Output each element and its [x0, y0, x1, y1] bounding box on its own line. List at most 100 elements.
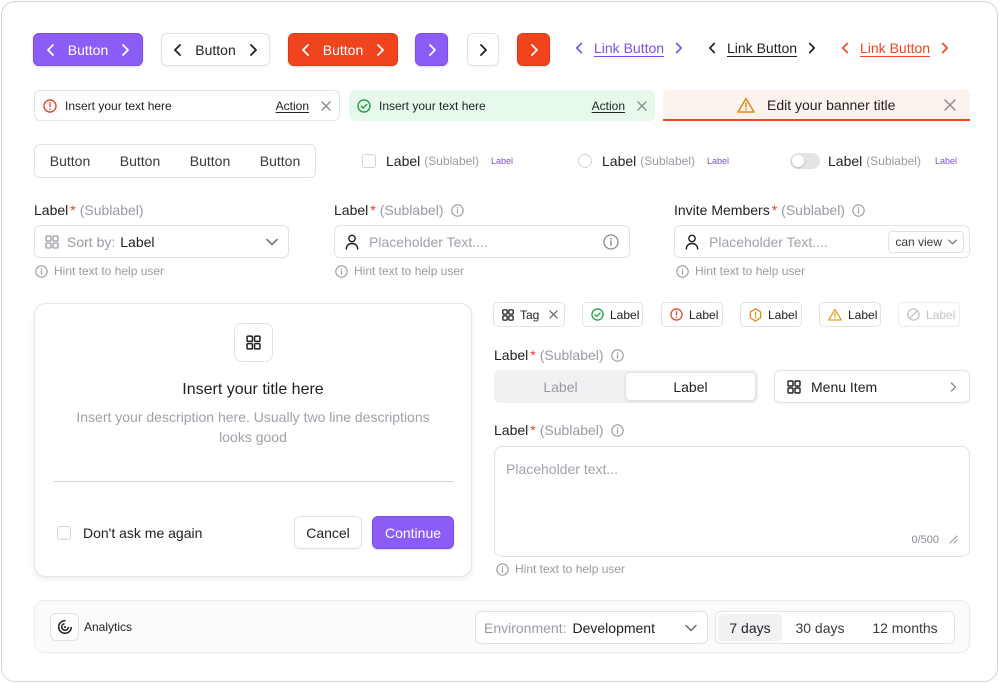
group-button[interactable]: Button: [105, 145, 175, 177]
chevron-right-icon: [674, 42, 683, 54]
resize-handle-icon[interactable]: [949, 535, 958, 544]
group-button[interactable]: Button: [245, 145, 315, 177]
dialog-card: Insert your title here Insert your descr…: [34, 303, 472, 577]
character-counter: 0/500: [911, 534, 939, 546]
continue-button[interactable]: Continue: [372, 516, 454, 549]
banner-title: Edit your banner title: [767, 96, 896, 113]
checkbox-option[interactable]: Label (Sublabel) Label: [362, 153, 513, 169]
radio-badge: Label: [706, 156, 729, 166]
close-icon[interactable]: [637, 100, 647, 111]
group-button[interactable]: Button: [35, 145, 105, 177]
close-icon[interactable]: [549, 310, 559, 319]
required-marker: *: [530, 422, 536, 438]
checkbox[interactable]: [362, 154, 376, 168]
tag-label: Label: [926, 307, 956, 322]
segment-option[interactable]: Label: [496, 372, 625, 401]
divider: [54, 481, 454, 482]
chevron-right-icon: [807, 42, 816, 54]
purple-button-with-chevrons[interactable]: Button: [33, 33, 143, 66]
text-input[interactable]: Placeholder Text....: [334, 225, 630, 258]
toggle-sublabel: (Sublabel): [866, 154, 921, 168]
close-icon[interactable]: [944, 98, 956, 111]
chevron-left-icon: [46, 43, 56, 56]
chevron-left-icon: [301, 43, 311, 56]
dark-link-button[interactable]: Link Button: [708, 40, 816, 56]
text-field-label: Label * (Sublabel): [334, 202, 464, 218]
required-marker: *: [370, 202, 376, 218]
info-icon[interactable]: [603, 233, 619, 250]
alert-action-link[interactable]: Action: [592, 99, 625, 113]
group-button[interactable]: Button: [175, 145, 245, 177]
environment-select[interactable]: Environment: Development: [475, 611, 708, 644]
chevron-right-icon: [940, 42, 949, 54]
radio-label: Label: [602, 153, 637, 169]
alert-action-link[interactable]: Action: [276, 99, 309, 113]
menu-item-label: Menu Item: [811, 378, 878, 395]
date-range-tabs: 7 days 30 days 12 months: [715, 611, 955, 644]
component-sheet: Button Button Button Link Button Link Bu…: [1, 1, 998, 682]
red-button-with-chevrons[interactable]: Button: [288, 33, 398, 66]
removable-tag[interactable]: Tag: [493, 302, 565, 327]
radio-button[interactable]: [578, 154, 592, 168]
checkbox[interactable]: [57, 526, 71, 540]
button-label: Button: [195, 41, 236, 58]
info-icon[interactable]: [450, 203, 464, 217]
sublabel-text: (Sublabel): [79, 202, 144, 218]
dialog-title: Insert your title here: [182, 381, 324, 398]
chevron-left-icon: [173, 43, 183, 56]
label-text: Invite Members: [674, 202, 770, 218]
segment-field-label: Label * (Sublabel): [494, 347, 624, 363]
grid-icon: [45, 234, 59, 249]
purple-link-button[interactable]: Link Button: [575, 40, 683, 56]
dialog-icon-box: [234, 323, 273, 362]
checkbox-badge: Label: [490, 156, 513, 166]
range-tab-selected[interactable]: 7 days: [718, 614, 782, 641]
sort-select[interactable]: Sort by: Label: [34, 225, 289, 258]
info-icon[interactable]: [610, 348, 624, 362]
link-label: Link Button: [594, 40, 665, 56]
invite-field-label: Invite Members * (Sublabel): [674, 202, 865, 218]
invite-input[interactable]: Placeholder Text.... can view: [674, 225, 970, 258]
toggle-switch[interactable]: [790, 153, 820, 169]
menu-item[interactable]: Menu Item: [774, 370, 970, 403]
dialog-description: Insert your description here. Usually tw…: [76, 409, 430, 445]
alert-message: Insert your text here: [379, 98, 486, 113]
warning-octagon-icon: [749, 307, 762, 322]
toggle-label: Label: [828, 153, 863, 169]
checkbox-label: Don't ask me again: [83, 525, 203, 541]
footer-toolbar: Analytics Environment: Development 7 day…: [34, 600, 970, 653]
range-tab[interactable]: 12 months: [858, 614, 952, 641]
purple-icon-button[interactable]: [415, 33, 448, 66]
spiral-logo-icon: [57, 619, 73, 635]
tag-label: Tag: [520, 307, 540, 322]
link-label: Link Button: [727, 40, 798, 56]
info-icon[interactable]: [852, 203, 865, 217]
required-marker: *: [771, 202, 778, 218]
grid-icon: [787, 379, 801, 394]
check-circle-icon: [357, 98, 371, 113]
cancel-button[interactable]: Cancel: [294, 516, 362, 549]
button-label: Button: [322, 41, 364, 58]
chevron-right-icon: [427, 43, 437, 56]
text-hint: Hint text to help user: [335, 264, 464, 278]
segment-option-selected[interactable]: Label: [625, 372, 756, 401]
permission-dropdown[interactable]: can view: [888, 230, 964, 253]
info-icon[interactable]: [610, 423, 624, 437]
red-icon-button[interactable]: [517, 33, 550, 66]
close-icon[interactable]: [321, 100, 331, 111]
segmented-control: Label Label: [494, 370, 758, 403]
range-tab[interactable]: 30 days: [782, 614, 858, 641]
caution-tag: Label: [740, 302, 802, 327]
disabled-tag: Label: [898, 302, 960, 327]
sort-field-label: Label * (Sublabel): [34, 202, 144, 218]
required-marker: *: [530, 347, 536, 363]
radio-option[interactable]: Label (Sublabel) Label: [578, 153, 729, 169]
toggle-option[interactable]: Label (Sublabel) Label: [790, 153, 957, 169]
disabled-icon: [907, 308, 920, 321]
white-icon-button[interactable]: [467, 33, 499, 66]
tag-label: Label: [689, 307, 719, 322]
dont-ask-checkbox-option[interactable]: Don't ask me again: [57, 525, 202, 541]
white-button-with-chevrons[interactable]: Button: [161, 33, 270, 66]
textarea[interactable]: Placeholder text... 0/500: [494, 446, 970, 557]
red-link-button[interactable]: Link Button: [841, 40, 949, 56]
